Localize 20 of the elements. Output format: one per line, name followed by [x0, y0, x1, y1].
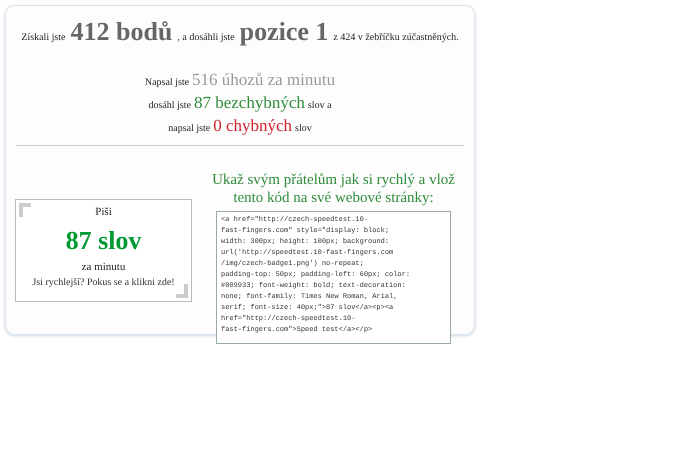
- score-text: z 424 v žebříčku zúčastněných.: [333, 31, 459, 45]
- score-text: dosáhl jste: [148, 99, 191, 113]
- corner-icon: [19, 203, 31, 217]
- score-text: slov: [295, 122, 312, 136]
- share-heading: Ukaž svým přátelům jak si rychlý a vlož tento kód na své webové stránky:: [211, 171, 456, 207]
- score-value: 87 bezchybných: [194, 93, 305, 113]
- badge-label: Piši: [95, 205, 112, 220]
- score-value: 0 chybných: [213, 116, 292, 136]
- badge-link[interactable]: Jsi rychlejší? Pokus se a klikni zde!: [32, 275, 175, 290]
- badge-unit: za minutu: [82, 260, 126, 274]
- score-value: 412 bodů: [70, 16, 172, 48]
- score-text: Napsal jste: [144, 76, 190, 90]
- score-value: 516 úhozů za minutu: [192, 70, 336, 90]
- score-text: slov a: [308, 99, 332, 113]
- corner-icon: [176, 284, 188, 298]
- score-text: napsal jste: [168, 122, 210, 136]
- score-value: pozice 1: [240, 16, 328, 48]
- word-count: 87 slov: [66, 224, 142, 256]
- score-text: , a dosáhli jste: [177, 31, 235, 45]
- score-text: Získali jste: [21, 31, 66, 45]
